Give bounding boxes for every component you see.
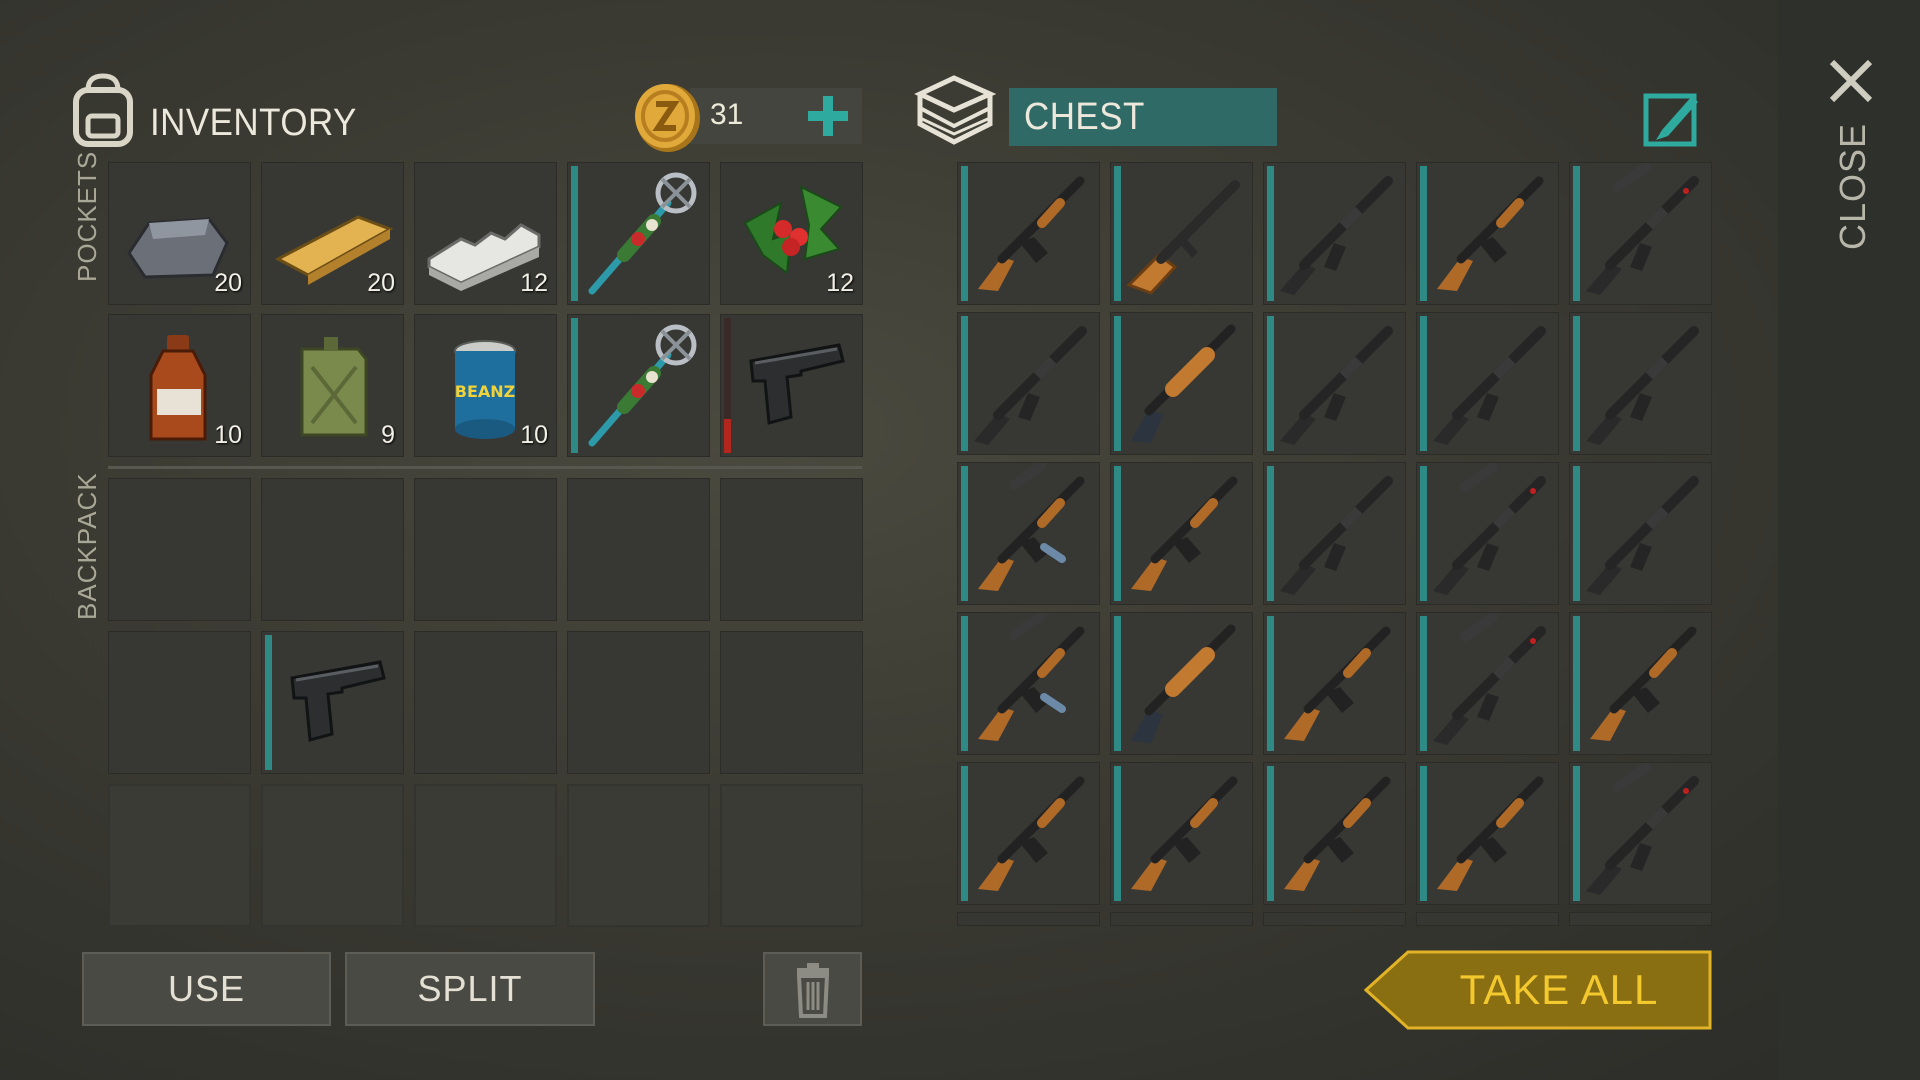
close-button[interactable]: CLOSE — [1832, 123, 1874, 250]
chest-item-slot[interactable] — [957, 312, 1100, 455]
inventory.backpack-slot[interactable] — [414, 631, 557, 774]
inventory.pockets-slot[interactable]: 12 — [414, 162, 557, 305]
svg-text:BEANZ: BEANZ — [455, 382, 516, 401]
chest-slot-partial — [1569, 912, 1712, 926]
inventory.pockets-slot[interactable] — [567, 162, 710, 305]
inventory.backpack-slot[interactable] — [108, 631, 251, 774]
item-quantity: 10 — [214, 421, 242, 449]
chest-item-slot[interactable] — [1110, 162, 1253, 305]
inventory.backpack-slot[interactable] — [720, 478, 863, 621]
inventory.backpack-slot[interactable] — [414, 784, 557, 927]
inventory.backpack-slot[interactable] — [261, 478, 404, 621]
chest-item-slot[interactable] — [1569, 462, 1712, 605]
chest-slot-partial — [957, 912, 1100, 926]
chest-item-slot[interactable] — [1569, 612, 1712, 755]
inventory.pockets-slot[interactable]: 20 — [108, 162, 251, 305]
chest-item-slot[interactable] — [957, 612, 1100, 755]
pockets-label: POCKETS — [72, 150, 102, 282]
take-all-label: TAKE ALL — [1459, 966, 1659, 1013]
inventory.backpack-slot[interactable] — [567, 631, 710, 774]
inventory.pockets-slot[interactable]: BEANZ 10 — [414, 314, 557, 457]
inventory.backpack-slot[interactable] — [567, 478, 710, 621]
chest-item-slot[interactable] — [1110, 462, 1253, 605]
inventory.pockets-slot[interactable]: 12 — [720, 162, 863, 305]
chest-item-slot[interactable] — [1416, 312, 1559, 455]
chest-item-slot[interactable] — [1569, 162, 1712, 305]
backpack-label: BACKPACK — [72, 472, 102, 620]
close-x-icon[interactable] — [1826, 56, 1876, 106]
inventory.backpack-slot[interactable] — [108, 478, 251, 621]
inventory.pockets-slot[interactable]: 9 — [261, 314, 404, 457]
chest-item-slot[interactable] — [1110, 762, 1253, 905]
chest-item-slot[interactable] — [1110, 612, 1253, 755]
inventory.backpack-slot[interactable] — [720, 631, 863, 774]
chest-item-slot[interactable] — [1263, 162, 1406, 305]
inventory.pockets-slot[interactable]: 20 — [261, 162, 404, 305]
chest-item-slot[interactable] — [1416, 612, 1559, 755]
chest-item-slot[interactable] — [957, 762, 1100, 905]
use-button[interactable]: USE — [82, 952, 331, 1026]
coin-icon — [632, 80, 702, 154]
chest-item-slot[interactable] — [957, 462, 1100, 605]
item-quantity: 20 — [214, 269, 242, 297]
trash-button[interactable] — [763, 952, 862, 1026]
chest-item-slot[interactable] — [1416, 762, 1559, 905]
inventory.backpack-slot[interactable] — [720, 784, 863, 927]
chest-slot-partial — [1263, 912, 1406, 926]
inventory.backpack-slot[interactable] — [261, 784, 404, 927]
chest-item-slot[interactable] — [1569, 762, 1712, 905]
chest-item-slot[interactable] — [1263, 762, 1406, 905]
chest-box-icon — [914, 72, 997, 148]
chest-item-slot[interactable] — [1263, 612, 1406, 755]
inventory.backpack-slot[interactable] — [567, 784, 710, 927]
chest-item-slot[interactable] — [1110, 312, 1253, 455]
chest-item-slot[interactable] — [1263, 462, 1406, 605]
chest-slot-partial — [1416, 912, 1559, 926]
inventory.backpack-slot[interactable] — [414, 478, 557, 621]
item-quantity: 12 — [520, 269, 548, 297]
chest-slot-partial — [1110, 912, 1253, 926]
inventory.pockets-slot[interactable]: 10 — [108, 314, 251, 457]
inventory.pockets-slot[interactable] — [720, 314, 863, 457]
edit-icon[interactable] — [1642, 88, 1702, 148]
pockets-backpack-divider — [108, 466, 862, 469]
inventory.pockets-slot[interactable] — [567, 314, 710, 457]
chest-item-slot[interactable] — [1416, 162, 1559, 305]
inventory.backpack-slot[interactable] — [108, 784, 251, 927]
chest-item-slot[interactable] — [1416, 462, 1559, 605]
backpack-icon — [68, 72, 138, 148]
chest-item-slot[interactable] — [957, 162, 1100, 305]
inventory-title: INVENTORY — [150, 102, 357, 144]
plus-icon[interactable] — [804, 92, 852, 140]
item-quantity: 10 — [520, 421, 548, 449]
chest-item-slot[interactable] — [1263, 312, 1406, 455]
trash-icon — [796, 963, 830, 1018]
take-all-button[interactable]: TAKE ALL — [1364, 950, 1712, 1030]
inventory.backpack-slot[interactable] — [261, 631, 404, 774]
split-button[interactable]: SPLIT — [345, 952, 595, 1026]
chest-title: CHEST — [1024, 96, 1145, 138]
item-quantity: 20 — [367, 269, 395, 297]
item-quantity: 9 — [381, 421, 395, 449]
coin-count: 31 — [710, 98, 744, 131]
item-quantity: 12 — [826, 269, 854, 297]
chest-item-slot[interactable] — [1569, 312, 1712, 455]
